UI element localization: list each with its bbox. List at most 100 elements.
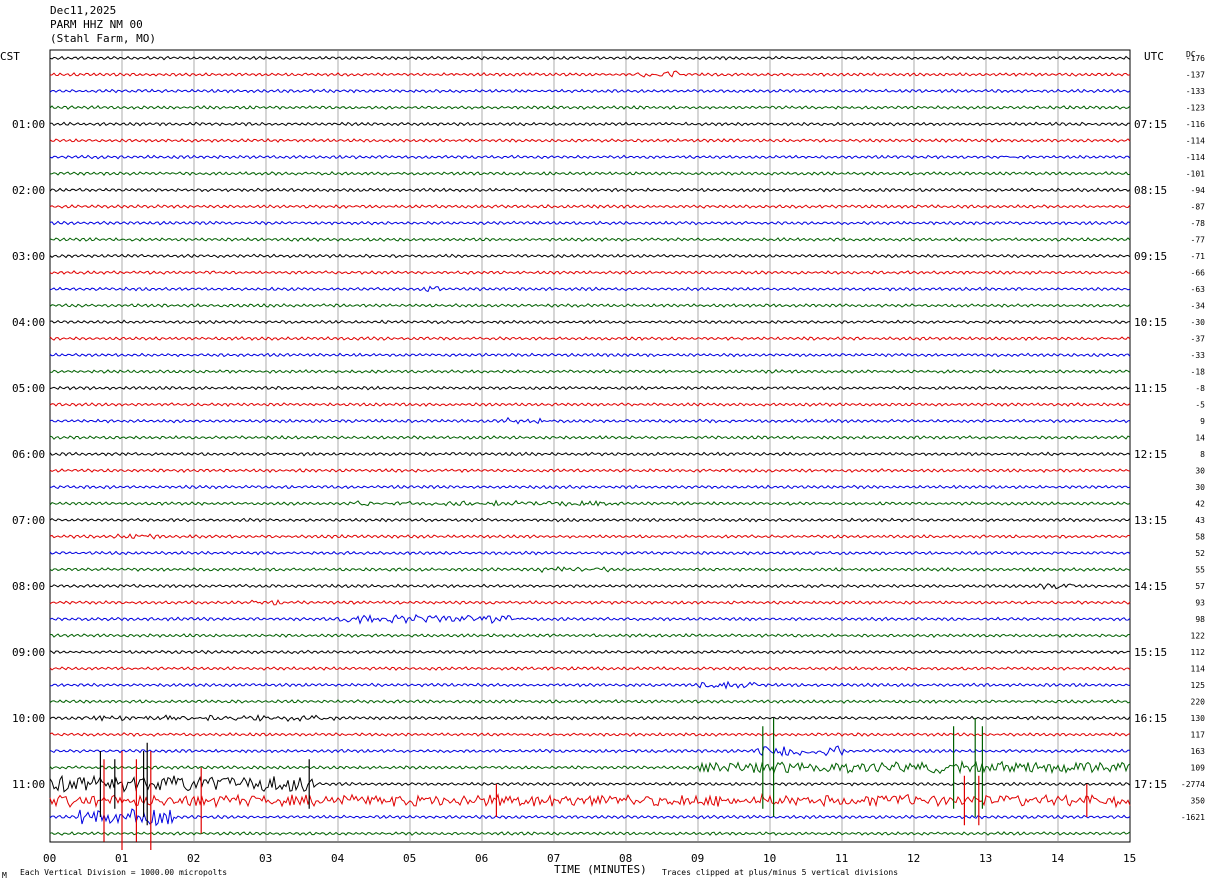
trace-row: [49, 237, 1131, 242]
cst-time-label: 04:00: [12, 316, 45, 329]
cst-time-label: 11:00: [12, 778, 45, 791]
dc-offset-label: -116: [1186, 120, 1205, 129]
dc-offset-label: -5: [1195, 401, 1205, 410]
dc-offset-label: 114: [1191, 665, 1206, 674]
dc-offset-label: -30: [1191, 318, 1206, 327]
x-tick-label: 04: [331, 852, 345, 865]
trace-row: [49, 565, 1131, 574]
x-tick-label: 02: [187, 852, 200, 865]
dc-offset-label: 43: [1195, 516, 1205, 525]
trace-row: [49, 319, 1131, 325]
plot-frame: [49, 49, 1131, 843]
dc-offset-label: -77: [1191, 236, 1206, 245]
dc-offset-label: 122: [1191, 632, 1206, 641]
x-tick-label: 03: [259, 852, 272, 865]
utc-time-label: 10:15: [1134, 316, 1167, 329]
dc-offset-label: 220: [1191, 698, 1206, 707]
trace-row: [49, 633, 1131, 638]
trace-row: [49, 451, 1131, 457]
dc-offset-label: 14: [1195, 434, 1205, 443]
dc-offset-label: -94: [1191, 186, 1206, 195]
dc-offset-label: -78: [1191, 219, 1206, 228]
dc-offset-label: 109: [1191, 764, 1206, 773]
dc-offset-label: 350: [1191, 797, 1206, 806]
cst-time-label: 10:00: [12, 712, 45, 725]
dc-offset-label: -1621: [1181, 813, 1205, 822]
cst-time-label: 02:00: [12, 184, 45, 197]
trace-row: [49, 204, 1131, 209]
trace-row: [49, 105, 1131, 110]
trace-row: [49, 732, 1131, 737]
dc-offset-label: 163: [1191, 747, 1206, 756]
dc-offset-label: 93: [1195, 599, 1205, 608]
trace-row: [49, 435, 1131, 440]
dc-offset-label: 98: [1195, 615, 1205, 624]
trace-row: [49, 774, 1131, 793]
trace-row: [49, 533, 1131, 540]
dc-header: DC: [1186, 50, 1196, 59]
x-tick-label: 00: [43, 852, 56, 865]
x-tick-label: 05: [403, 852, 416, 865]
corner-mark: M: [2, 871, 7, 880]
trace-row: [50, 121, 1130, 127]
cst-labels: 01:00 02:00 03:00 04:00 05:00 06:00 07:00 08:00…: [12, 118, 45, 791]
trace-row: [49, 745, 1131, 757]
trace-row: [49, 713, 1131, 723]
dc-offset-label: 130: [1191, 714, 1206, 723]
trace-row: [49, 583, 1131, 590]
cst-time-label: 05:00: [12, 382, 45, 395]
trace-row: [49, 402, 1131, 407]
trace-row: [49, 599, 1131, 606]
seismic-traces: [49, 55, 1131, 850]
x-tick-label: 01: [115, 852, 128, 865]
dc-offset-label: 30: [1195, 483, 1205, 492]
dc-offset-label: 57: [1195, 582, 1205, 591]
trace-row: [49, 416, 1131, 425]
utc-time-label: 14:15: [1134, 580, 1167, 593]
trace-row: [49, 154, 1131, 160]
helicorder-plot: 00 01 02 03 04 05 06 07 08 09 10 11 12 13 14 15 01:0002…: [0, 49, 1206, 880]
dc-offset-label: 125: [1191, 681, 1206, 690]
trace-row: [50, 680, 1131, 690]
dc-offset-label: -137: [1186, 71, 1205, 80]
cst-time-label: 08:00: [12, 580, 45, 593]
trace-row: [49, 699, 1131, 704]
trace-row: [49, 649, 1131, 655]
dc-offset-label: -123: [1186, 104, 1205, 113]
x-tick-label: 06: [475, 852, 488, 865]
utc-time-label: 16:15: [1134, 712, 1167, 725]
dc-offset-label: -34: [1191, 302, 1206, 311]
trace-row: [49, 831, 1131, 836]
trace-row: [49, 793, 1131, 809]
cst-time-label: 03:00: [12, 250, 45, 263]
x-tick-label: 09: [691, 852, 704, 865]
utc-time-label: 12:15: [1134, 448, 1167, 461]
dc-offset-label: -71: [1191, 252, 1206, 261]
dc-offset-label: -18: [1191, 368, 1206, 377]
dc-offset-label: -2774: [1181, 780, 1205, 789]
x-tick-label: 13: [979, 852, 992, 865]
footer-right: Traces clipped at plus/minus 5 vertical …: [662, 868, 898, 877]
dc-offset-label: -101: [1186, 170, 1205, 179]
left-timezone: CST: [0, 50, 20, 63]
dc-offset-label: 55: [1195, 566, 1205, 575]
utc-time-label: 08:15: [1134, 184, 1167, 197]
trace-row: [49, 550, 1131, 556]
dc-offset-label: 8: [1200, 450, 1205, 459]
dc-offset-label: 52: [1195, 549, 1205, 558]
right-timezone: UTC: [1144, 50, 1164, 63]
trace-row: [49, 369, 1131, 374]
time-grid: [121, 50, 1059, 842]
x-tick-label: 10: [763, 852, 776, 865]
utc-time-label: 15:15: [1134, 646, 1167, 659]
x-tick-label: 15: [1123, 852, 1136, 865]
trace-row: [49, 88, 1131, 94]
trace-row: [49, 253, 1131, 259]
trace-row: [49, 517, 1131, 523]
trace-row: [49, 385, 1131, 391]
trace-row: [49, 171, 1131, 176]
dc-offset-label: -87: [1191, 203, 1206, 212]
trace-row: [49, 759, 1131, 775]
dc-offset-label: 112: [1191, 648, 1206, 657]
trace-row: [49, 499, 1131, 507]
